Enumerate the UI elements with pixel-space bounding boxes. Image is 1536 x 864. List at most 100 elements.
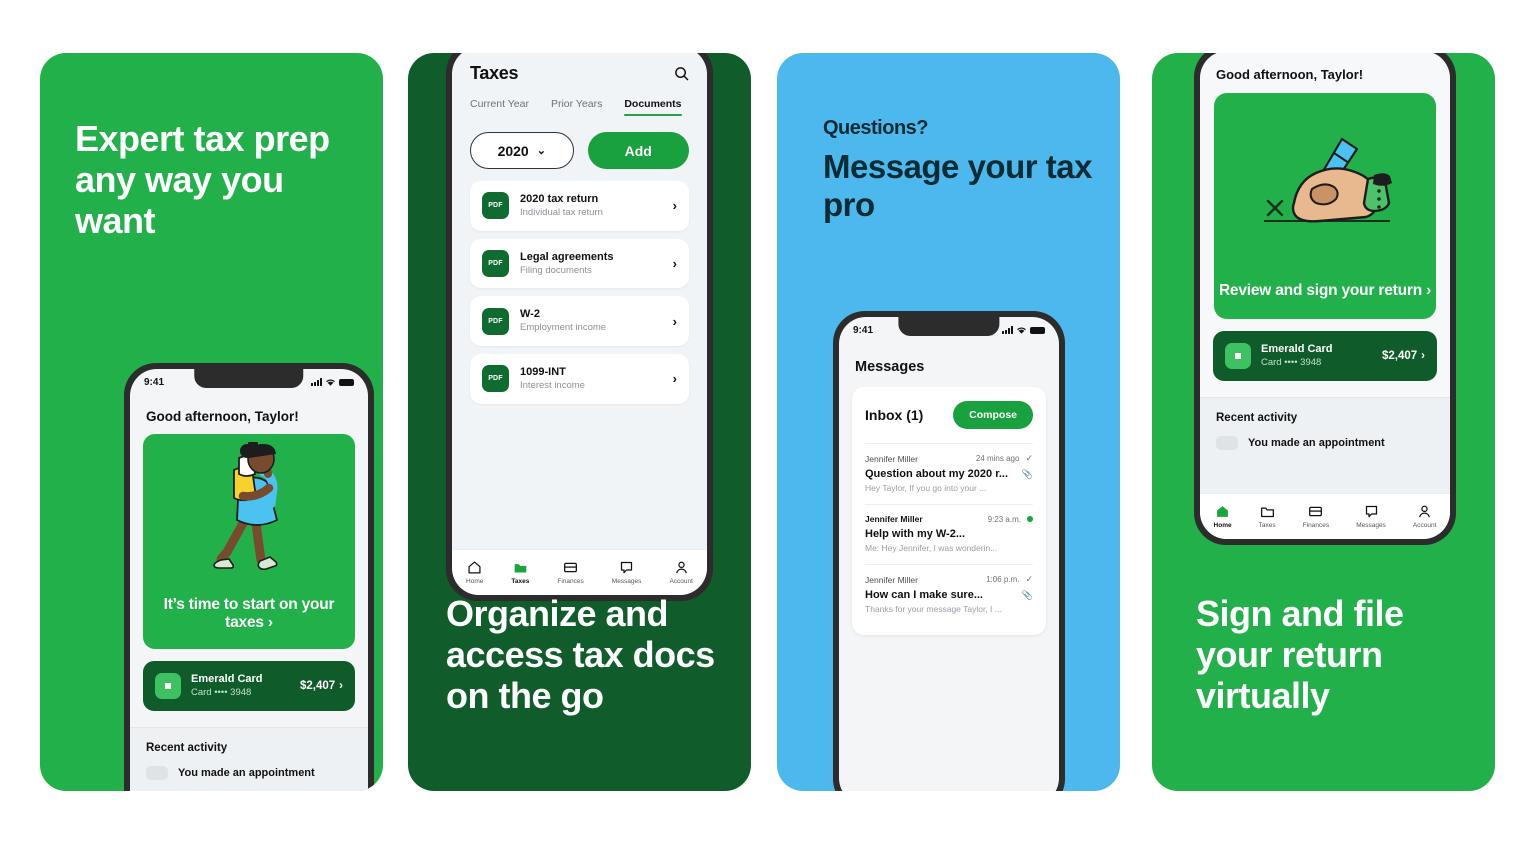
battery-icon [1030,326,1045,334]
paperclip-icon: 📎 [1021,589,1033,600]
message-row[interactable]: Jennifer Miller 9:23 a.m. Help with my W… [865,504,1033,564]
add-document-button[interactable]: Add [587,132,689,169]
emerald-card-row[interactable]: Emerald Card Card •••• 3948 $2,407 › [1213,331,1437,381]
nav-item-home[interactable]: Home [1214,504,1232,529]
emerald-card-number: Card •••• 3948 [191,686,252,698]
activity-thumb-icon [146,765,168,780]
emerald-card-row[interactable]: Emerald Card Card •••• 3948 $2,407 › [143,661,355,711]
document-row[interactable]: PDF Legal agreements Filing documents › [470,238,689,289]
tab-current-year[interactable]: Current Year [470,98,529,116]
recent-activity-section: Recent activity You made an appointment [130,726,368,791]
battery-icon [339,378,354,386]
screenshot-stage: Expert tax prep any way you want 9:41 Go… [0,0,1536,864]
emerald-card-amount-group: $2,407 › [1382,350,1425,362]
greeting-text: Good afternoon, Taylor! [146,409,299,424]
phone-mockup-home: 9:41 Good afternoon, Taylor! It’s time t… [124,363,374,791]
nav-label: Taxes [511,578,530,585]
nav-item-messages[interactable]: Messages [612,560,641,585]
nav-label: Finances [557,578,584,585]
person-icon [1419,505,1430,518]
status-indicators [1002,326,1045,335]
message-meta: Jennifer Miller 24 mins ago ✓ [865,453,1033,464]
hand-signing-illustration [1214,133,1436,241]
unread-dot-icon [1027,516,1033,522]
document-subtitle: Filing documents [520,264,592,276]
phone-screen-home: 9:41 Good afternoon, Taylor! It’s time t… [130,369,368,791]
year-dropdown[interactable]: 2020 ⌄ [470,132,574,169]
bottom-navigation: Home Taxes Finances Messages Account [1200,493,1450,539]
inbox-card: Inbox (1) Compose Jennifer Miller 24 min… [852,387,1046,635]
emerald-card-name: Emerald Card [191,673,263,685]
emerald-card-amount: $2,407 [299,679,336,692]
message-subject: How can I make sure... [865,589,983,601]
emerald-card-number: Card •••• 3948 [1261,356,1322,368]
message-row[interactable]: Jennifer Miller 24 mins ago ✓ Question a… [865,443,1033,504]
message-subject: Question about my 2020 r... [865,468,1009,480]
cellular-signal-icon [1002,326,1013,334]
recent-activity-row[interactable]: You made an appointment [146,765,352,780]
message-preview: Thanks for your message Taylor, I ... [865,604,1002,614]
review-sign-hero-card[interactable]: Review and sign your return › [1214,93,1436,319]
app-store-panel-4: Good afternoon, Taylor! Review and sign … [1152,53,1495,791]
start-taxes-hero-card[interactable]: It’s time to start on your taxes › [143,434,355,649]
document-text: W-2 Employment income [520,307,662,335]
panel-3-headline: Message your tax pro [823,148,1092,223]
folder-icon [514,564,527,573]
emerald-card-text: Emerald Card Card •••• 3948 [191,672,290,700]
nav-item-taxes[interactable]: Taxes [1259,504,1276,529]
paperclip-icon: 📎 [1021,468,1033,479]
emerald-card-amount-group: $2,407 › [300,680,343,692]
document-row[interactable]: PDF 1099-INT Interest income › [470,353,689,404]
taxes-tabs: Current Year Prior Years Documents [452,84,707,116]
check-icon: ✓ [1025,574,1033,584]
card-icon [1309,506,1323,517]
message-sender: Jennifer Miller [865,574,918,585]
hero-cta-text: Review and sign your return › [1218,282,1432,300]
phone-screen-messages: 9:41 Messages Inbox (1) Compose Jennifer… [839,317,1059,791]
nav-item-home[interactable]: Home [466,560,483,585]
message-sender: Jennifer Miller [865,453,918,464]
nav-item-taxes[interactable]: Taxes [511,560,529,585]
message-time: 24 mins ago [975,454,1020,463]
document-subtitle: Individual tax return [520,206,603,218]
chevron-down-icon: ⌄ [536,145,546,157]
compose-button[interactable]: Compose [953,401,1033,429]
card-chip-icon [155,672,181,699]
message-preview: Hey Taylor, If you go into your ... [865,483,987,493]
card-chip-icon [1225,342,1251,369]
phone-notch [898,317,1000,336]
nav-item-finances[interactable]: Finances [557,560,584,585]
inbox-header: Inbox (1) Compose [865,401,1033,429]
chevron-right-icon: › [339,679,343,692]
nav-item-account[interactable]: Account [1413,504,1436,529]
tab-prior-years[interactable]: Prior Years [551,98,602,116]
hero-cta-text: It’s time to start on your taxes › [163,595,335,632]
message-row[interactable]: Jennifer Miller 1:06 p.m. ✓ How can I ma… [865,564,1033,625]
panel-2-headline: Organize and access tax docs on the go [446,593,715,717]
tab-documents[interactable]: Documents [624,98,682,116]
document-subtitle: Employment income [520,322,607,334]
phone-mockup-taxes: Taxes Current Year Prior Years Documents… [446,53,713,601]
emerald-card-amount: $2,407 [1381,349,1418,362]
nav-item-finances[interactable]: Finances [1303,504,1329,529]
phone-screen-sign: Good afternoon, Taylor! Review and sign … [1200,53,1450,539]
walking-woman-illustration [143,442,355,577]
document-text: 1099-INT Interest income [520,365,662,393]
document-row[interactable]: PDF 2020 tax return Individual tax retur… [470,181,689,231]
pdf-icon: PDF [482,307,509,335]
document-text: 2020 tax return Individual tax return [520,192,662,220]
phone-mockup-sign: Good afternoon, Taylor! Review and sign … [1194,53,1456,545]
add-button-label: Add [624,142,652,159]
emerald-card-name: Emerald Card [1261,343,1333,355]
document-text: Legal agreements Filing documents [520,250,662,278]
nav-item-messages[interactable]: Messages [1356,504,1386,529]
home-icon [1217,506,1228,517]
emerald-card-text: Emerald Card Card •••• 3948 [1261,342,1372,370]
nav-item-account[interactable]: Account [669,560,693,585]
document-row[interactable]: PDF W-2 Employment income › [470,296,689,346]
wifi-icon [1017,327,1026,334]
panel-4-headline: Sign and file your return virtually [1196,593,1404,717]
recent-activity-row[interactable]: You made an appointment [1216,435,1434,450]
search-icon[interactable] [674,66,689,81]
recent-activity-text: You made an appointment [178,766,315,779]
